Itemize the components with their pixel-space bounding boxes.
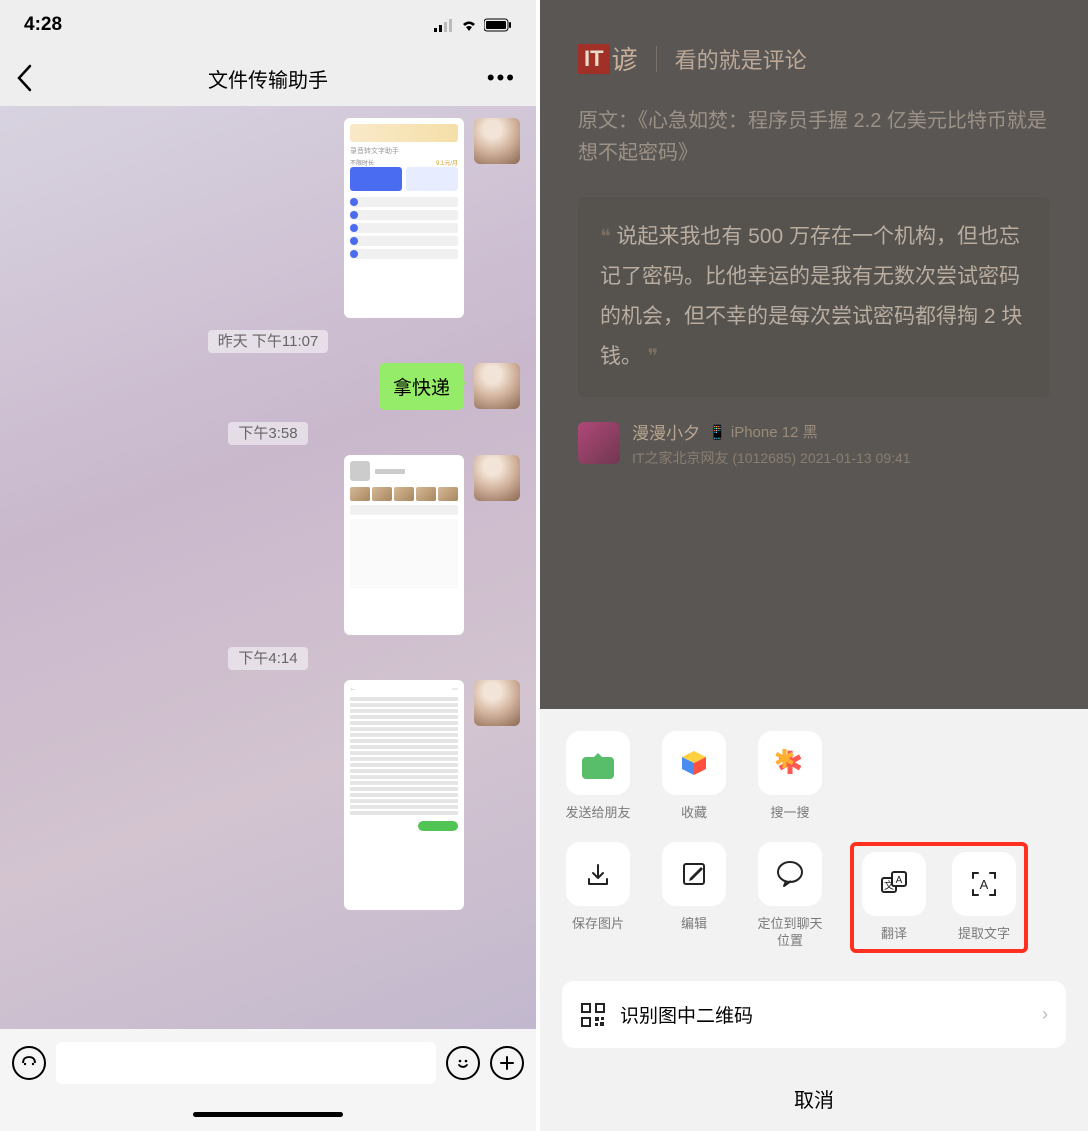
- left-phone-screen: 4:28 文件传输助手 ••• 录音转文字助手 不限时长9.1元/月: [0, 0, 540, 1131]
- send-icon: [582, 747, 614, 779]
- edit-icon: [679, 859, 709, 889]
- search-button[interactable]: ✱ 搜一搜: [754, 731, 826, 822]
- translate-icon: 文A: [878, 868, 910, 900]
- qr-recognize-button[interactable]: 识别图中二维码 ›: [562, 981, 1066, 1048]
- text-message[interactable]: 拿快递: [379, 363, 464, 410]
- battery-icon: [484, 18, 512, 32]
- message-row: [16, 455, 520, 635]
- voice-input-icon[interactable]: [12, 1046, 46, 1080]
- image-message[interactable]: ←⋯: [344, 680, 464, 910]
- status-bar: 4:28: [0, 0, 536, 50]
- wifi-icon: [460, 18, 478, 32]
- qr-icon: [580, 1002, 606, 1028]
- chat-icon: [774, 858, 806, 890]
- action-row-top: 发送给朋友 收藏 ✱ 搜一搜: [540, 731, 1088, 842]
- commenter-avatar: [578, 422, 620, 464]
- edit-button[interactable]: 编辑: [658, 842, 730, 933]
- image-message[interactable]: 录音转文字助手 不限时长9.1元/月: [344, 118, 464, 318]
- avatar[interactable]: [474, 680, 520, 726]
- chevron-right-icon: ›: [1042, 1004, 1048, 1025]
- svg-text:A: A: [980, 877, 989, 892]
- ocr-icon: A: [968, 868, 1000, 900]
- input-bar: [0, 1029, 536, 1097]
- plus-icon[interactable]: [490, 1046, 524, 1080]
- nav-title: 文件传输助手: [208, 64, 328, 93]
- action-row-bottom: 保存图片 编辑 定位到聊天位置 文A 翻译: [540, 842, 1088, 973]
- highlighted-actions: 文A 翻译 A 提取文字: [850, 842, 1028, 953]
- avatar[interactable]: [474, 455, 520, 501]
- cube-icon: [678, 747, 710, 779]
- save-image-button[interactable]: 保存图片: [562, 842, 634, 933]
- chat-area[interactable]: 录音转文字助手 不限时长9.1元/月 昨天 下午11:07 拿快递 下午3:58: [0, 106, 536, 1029]
- translate-button[interactable]: 文A 翻译: [858, 852, 930, 943]
- message-row: 录音转文字助手 不限时长9.1元/月: [16, 118, 520, 318]
- back-button[interactable]: [16, 64, 32, 92]
- device-tag: 📱 iPhone 12 黑: [708, 421, 818, 442]
- avatar[interactable]: [474, 118, 520, 164]
- status-time: 4:28: [24, 14, 62, 36]
- avatar[interactable]: [474, 363, 520, 409]
- message-input[interactable]: [56, 1042, 436, 1084]
- message-row: ←⋯: [16, 680, 520, 910]
- quote-close-icon: ❞: [642, 346, 658, 368]
- brand-header: IT 谚 看的就是评论: [578, 40, 1050, 77]
- action-sheet: 发送给朋友 收藏 ✱ 搜一搜 保存图片: [540, 709, 1088, 1131]
- commenter-info: 漫漫小夕 📱 iPhone 12 黑 IT之家北京网友 (1012685) 20…: [578, 419, 1050, 468]
- cancel-button[interactable]: 取消: [540, 1062, 1088, 1131]
- emoji-icon[interactable]: [446, 1046, 480, 1080]
- quote-open-icon: ❝: [600, 226, 616, 248]
- extract-text-button[interactable]: A 提取文字: [948, 852, 1020, 943]
- spark-icon: ✱: [777, 744, 804, 782]
- commenter-meta: IT之家北京网友 (1012685) 2021-01-13 09:41: [632, 448, 911, 468]
- original-article-ref: 原文：《心急如焚：程序员手握 2.2 亿美元比特币就是想不起密码》: [578, 105, 1050, 169]
- home-indicator: [0, 1097, 536, 1131]
- svg-text:A: A: [896, 875, 903, 886]
- commenter-name: 漫漫小夕: [632, 419, 700, 444]
- download-icon: [583, 859, 613, 889]
- image-message[interactable]: [344, 455, 464, 635]
- nav-bar: 文件传输助手 •••: [0, 50, 536, 106]
- signal-icon: [434, 18, 454, 32]
- send-to-friend-button[interactable]: 发送给朋友: [562, 731, 634, 822]
- favorite-button[interactable]: 收藏: [658, 731, 730, 822]
- comment-quote: ❝ 说起来我也有 500 万存在一个机构，但也忘记了密码。比他幸运的是我有无数次…: [578, 197, 1050, 397]
- status-icons: [434, 18, 512, 32]
- brand-tagline: 看的就是评论: [675, 43, 807, 75]
- locate-chat-button[interactable]: 定位到聊天位置: [754, 842, 826, 950]
- timestamp: 下午3:58: [16, 422, 520, 443]
- right-phone-screen: IT 谚 看的就是评论 原文：《心急如焚：程序员手握 2.2 亿美元比特币就是想…: [540, 0, 1088, 1131]
- brand-logo: IT 谚: [578, 40, 638, 77]
- timestamp: 下午4:14: [16, 647, 520, 668]
- mock-header: [350, 124, 458, 142]
- more-button[interactable]: •••: [487, 65, 516, 91]
- timestamp: 昨天 下午11:07: [16, 330, 520, 351]
- message-row: 拿快递: [16, 363, 520, 410]
- article-preview: IT 谚 看的就是评论 原文：《心急如焚：程序员手握 2.2 亿美元比特币就是想…: [540, 0, 1088, 709]
